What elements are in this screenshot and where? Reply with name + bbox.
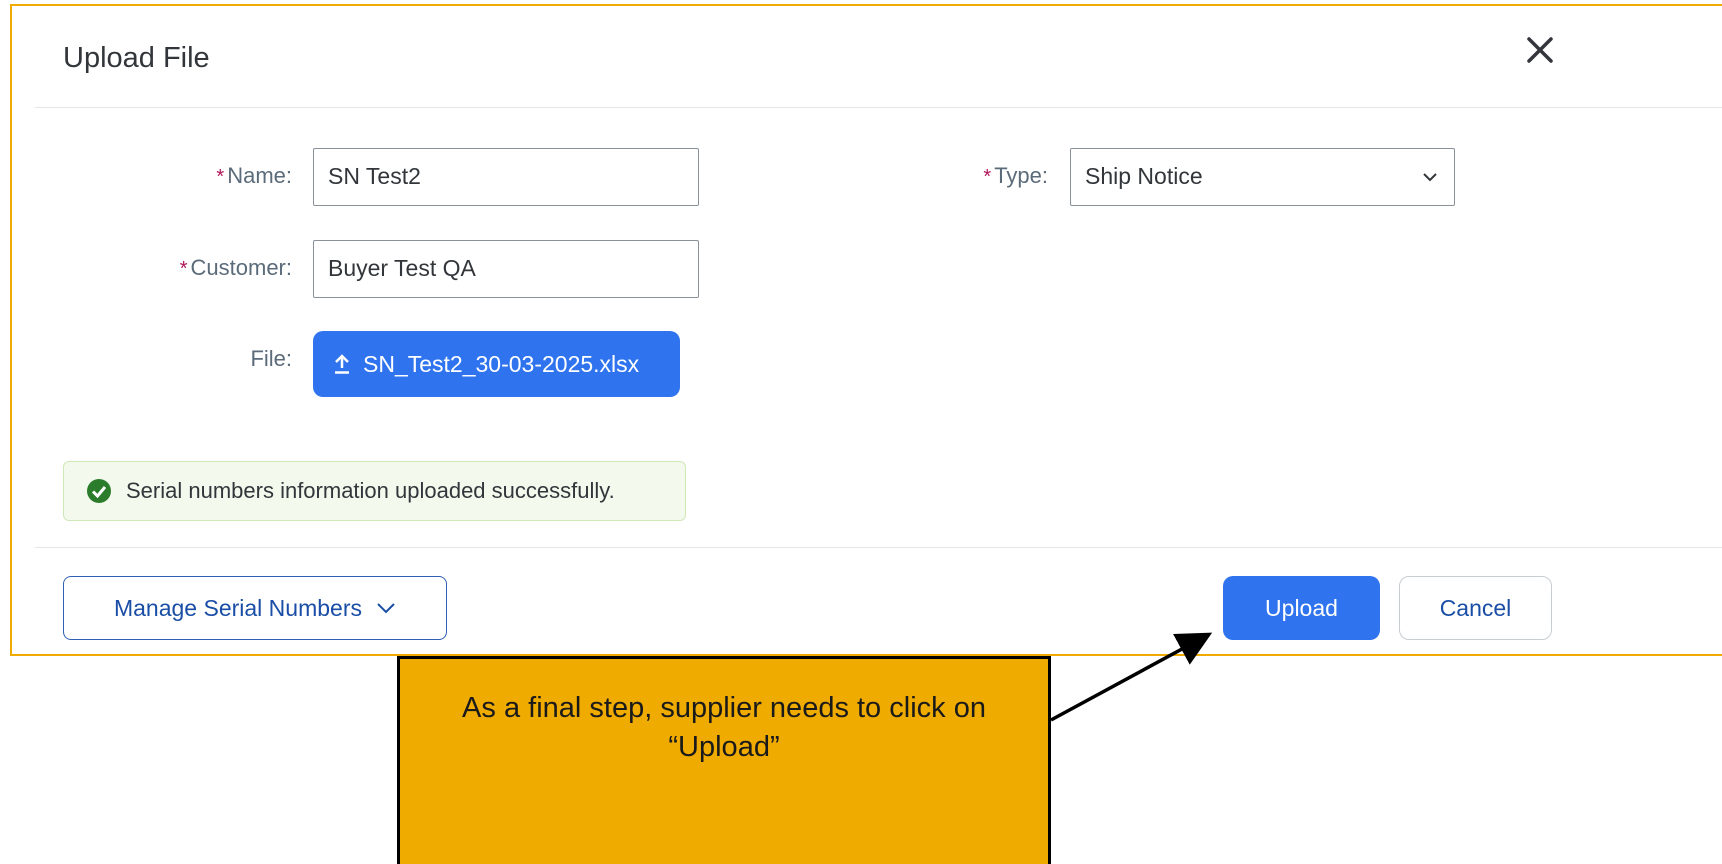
- upload-button[interactable]: Upload: [1223, 576, 1380, 640]
- file-label: File:: [250, 346, 292, 371]
- file-upload-button[interactable]: SN_Test2_30-03-2025.xlsx: [313, 331, 680, 397]
- customer-label-text: Customer:: [190, 255, 292, 280]
- type-select[interactable]: Ship Notice: [1070, 148, 1455, 206]
- upload-icon: [335, 354, 349, 374]
- success-message-strip: Serial numbers information uploaded succ…: [63, 461, 686, 521]
- callout-line-2: “Upload”: [668, 731, 780, 764]
- success-check-icon: [87, 479, 111, 503]
- file-name: SN_Test2_30-03-2025.xlsx: [363, 350, 640, 377]
- chevron-down-icon: [377, 603, 395, 614]
- instruction-callout: As a final step, supplier needs to click…: [397, 656, 1051, 864]
- footer-divider: [35, 547, 1722, 548]
- manage-serial-numbers-button[interactable]: Manage Serial Numbers: [63, 576, 447, 640]
- customer-input[interactable]: Buyer Test QA: [313, 240, 699, 298]
- type-label-text: Type:: [994, 163, 1048, 188]
- name-label-text: Name:: [227, 163, 292, 188]
- callout-line-1: As a final step, supplier needs to click…: [462, 692, 986, 724]
- cancel-button[interactable]: Cancel: [1399, 576, 1552, 640]
- upload-file-dialog: Upload File * Name: SN Test2 * Type: Ship …: [10, 4, 1722, 656]
- required-marker: *: [216, 166, 225, 188]
- type-select-value: Ship Notice: [1085, 163, 1203, 189]
- dialog-title: Upload File: [63, 42, 210, 74]
- header-divider: [35, 107, 1722, 108]
- customer-label: * Customer:: [92, 255, 292, 281]
- name-label: * Name:: [92, 163, 292, 189]
- required-marker: *: [179, 258, 188, 280]
- name-input[interactable]: SN Test2: [313, 148, 699, 206]
- close-icon[interactable]: [1520, 30, 1560, 70]
- manage-serial-numbers-label: Manage Serial Numbers: [113, 594, 362, 621]
- success-message-text: Serial numbers information uploaded succ…: [126, 478, 615, 503]
- required-marker: *: [983, 166, 992, 188]
- chevron-down-icon: [1423, 173, 1437, 182]
- type-label: * Type:: [848, 163, 1048, 189]
